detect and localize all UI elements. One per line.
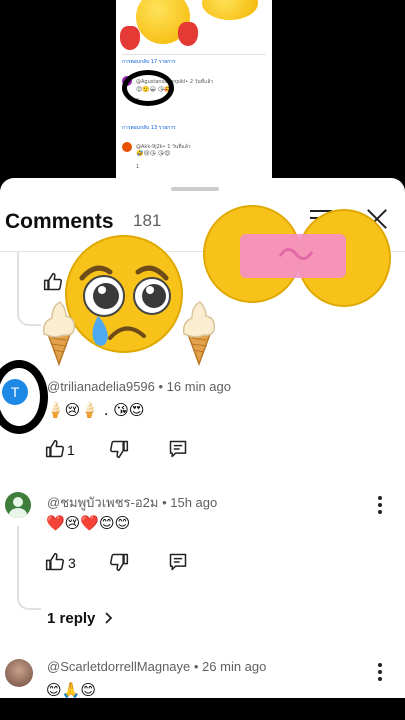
like-count: 3: [68, 555, 76, 571]
thread-curve: [17, 596, 41, 610]
chevron-right-icon: [104, 612, 112, 624]
comment-count: 181: [133, 211, 162, 230]
comment-text: 😊🙏😊: [46, 681, 96, 698]
comment-reply-icon[interactable]: [168, 439, 188, 459]
thread-line: [17, 526, 19, 596]
avatar: [122, 142, 132, 152]
page-title: Comments: [5, 210, 114, 233]
view-replies-link[interactable]: 1 reply: [47, 609, 114, 627]
ice-cream-icon: [42, 301, 76, 366]
divider: [122, 54, 266, 55]
thumbs-up-icon[interactable]: [43, 272, 63, 292]
drag-handle[interactable]: [171, 187, 219, 191]
strawberry-icon: [120, 26, 140, 50]
thumbs-down-icon[interactable]: [109, 439, 129, 459]
thumbs-up-icon[interactable]: [45, 439, 65, 459]
comment-handle[interactable]: @ScarletdorrellMagnaye • 26 min ago: [47, 659, 266, 674]
crying-emoji-sticker: [65, 235, 183, 353]
reply-count-link[interactable]: การตอบกลับ 13 รายการ: [122, 124, 176, 132]
comment-text: ❤️😢❤️😊😊: [46, 514, 131, 532]
comment-text: 🤣😢😘 😘😍: [136, 150, 171, 157]
thread-line: [17, 252, 19, 312]
strawberry-icon: [178, 22, 198, 46]
thumbs-up-icon[interactable]: [45, 552, 65, 572]
reply-count-link[interactable]: การตอบกลับ 17 รายการ: [122, 58, 176, 66]
comment-handle[interactable]: @ชมพูบัวเพชร-อ2ม • 15h ago: [47, 492, 217, 513]
comment-text: 🍦😢🍦 . 😘😍: [46, 401, 145, 419]
like-count: 1: [67, 442, 75, 458]
blushing-emoji-sticker: [203, 205, 391, 307]
comment-handle[interactable]: @trilianadelia9596 • 16 min ago: [47, 379, 231, 394]
avatar[interactable]: T: [2, 379, 28, 405]
like-count: 1: [136, 164, 140, 170]
blushing-emoji-sticker-small: [202, 0, 258, 20]
inset-screenshot: การตอบกลับ 17 รายการ @Agustansayanpikl• …: [116, 0, 272, 178]
comment-reply-icon[interactable]: [168, 552, 188, 572]
highlight-circle: [122, 70, 174, 106]
avatar[interactable]: [5, 492, 31, 518]
system-nav-bar: [0, 698, 405, 720]
more-vert-icon[interactable]: [378, 496, 382, 517]
avatar[interactable]: [5, 659, 33, 687]
more-vert-icon[interactable]: [378, 663, 382, 684]
thumbs-down-icon[interactable]: [109, 552, 129, 572]
